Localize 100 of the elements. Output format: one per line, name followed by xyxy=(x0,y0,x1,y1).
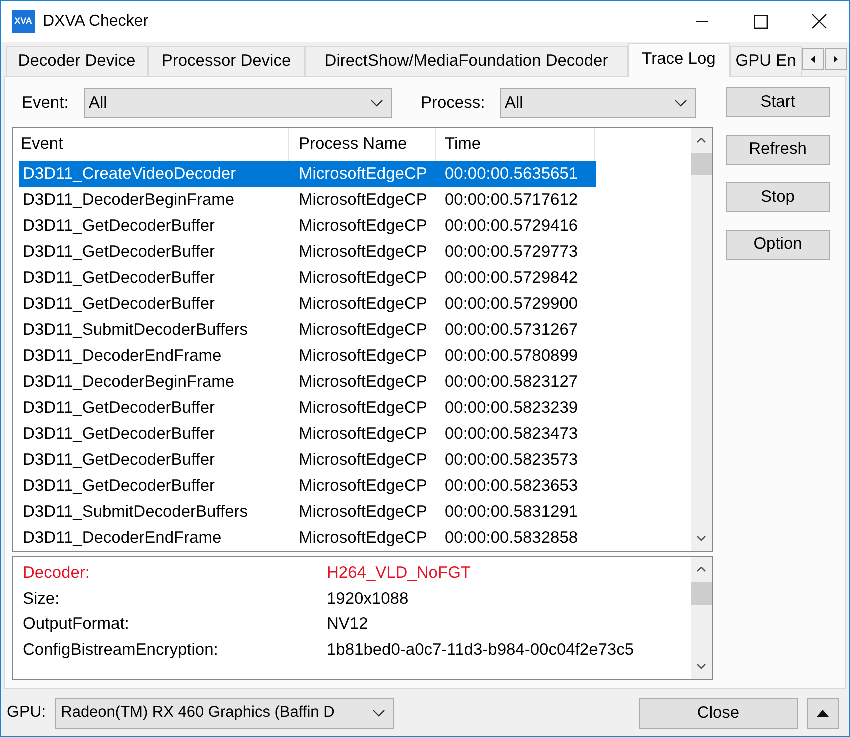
filter-label: Event: xyxy=(22,94,69,112)
tab[interactable]: Trace Log xyxy=(628,43,730,77)
table-cell-text: 00:00:00.5823653 xyxy=(444,476,580,497)
table-row[interactable]: D3D11_SubmitDecoderBuffers MicrosoftEdgeCP 00:00:00.5831291 xyxy=(19,499,596,525)
window-title: DXVA Checker xyxy=(43,12,149,32)
table-cell-text: D3D11_GetDecoderBuffer xyxy=(22,424,216,445)
table-row[interactable]: D3D11_CreateVideoDecoder MicrosoftEdgeCP 00:00:00.5635651 xyxy=(19,161,596,187)
table-row[interactable]: D3D11_GetDecoderBuffer MicrosoftEdgeCP 00:00:00.5729416 xyxy=(19,213,596,239)
close-dialog-button[interactable]: Close xyxy=(639,698,798,728)
detail-label: ConfigBistreamEncryption: xyxy=(23,640,218,661)
chevron-down-icon xyxy=(675,100,687,106)
tab-scroll-left-button[interactable] xyxy=(802,48,824,70)
table-cell-text: D3D11_GetDecoderBuffer xyxy=(22,268,216,289)
table-cell-text: MicrosoftEdgeCP xyxy=(298,164,428,185)
filter-dropdown[interactable]: All xyxy=(500,88,696,118)
table-cell-text: D3D11_DecoderEndFrame xyxy=(22,528,223,549)
table-row[interactable]: D3D11_DecoderBeginFrame MicrosoftEdgeCP 00:00:00.5717612 xyxy=(19,187,596,213)
table-cell-text: 00:00:00.5729416 xyxy=(444,216,580,237)
table-row[interactable]: D3D11_GetDecoderBuffer MicrosoftEdgeCP 00:00:00.5823653 xyxy=(19,473,596,499)
triangle-right-icon xyxy=(834,56,838,62)
table-cell-text: MicrosoftEdgeCP xyxy=(298,346,428,367)
table-cell-text: 00:00:00.5832858 xyxy=(444,528,580,549)
action-button[interactable]: Stop xyxy=(726,182,830,212)
action-button[interactable]: Refresh xyxy=(726,134,830,164)
table-cell-text: MicrosoftEdgeCP xyxy=(298,242,428,263)
table-cell-text: 00:00:00.5717612 xyxy=(444,190,580,211)
minimize-icon xyxy=(696,21,708,22)
scrollbar[interactable] xyxy=(691,557,712,679)
chevron-up-icon xyxy=(697,567,706,572)
tab[interactable]: DirectShow/MediaFoundation Decoder xyxy=(305,46,628,76)
chevron-down-icon xyxy=(697,536,706,541)
table-row[interactable]: D3D11_GetDecoderBuffer MicrosoftEdgeCP 00:00:00.5823573 xyxy=(19,447,596,473)
table-row[interactable]: D3D11_DecoderEndFrame MicrosoftEdgeCP 00:00:00.5780899 xyxy=(19,343,596,369)
table-row[interactable]: D3D11_DecoderEndFrame MicrosoftEdgeCP 00:00:00.5832858 xyxy=(19,525,596,551)
table-cell-text: D3D11_CreateVideoDecoder xyxy=(22,164,238,185)
detail-value: H264_VLD_NoFGT xyxy=(327,563,471,584)
table-cell-text: MicrosoftEdgeCP xyxy=(298,450,428,471)
table-cell-text: D3D11_GetDecoderBuffer xyxy=(22,450,216,471)
table-cell-text: 00:00:00.5831291 xyxy=(444,502,580,523)
table-cell-text: MicrosoftEdgeCP xyxy=(298,216,428,237)
table-row[interactable]: D3D11_GetDecoderBuffer MicrosoftEdgeCP 00:00:00.5729773 xyxy=(19,239,596,265)
chevron-down-icon xyxy=(371,100,383,106)
detail-label: Decoder: xyxy=(23,563,90,584)
table-row[interactable]: D3D11_GetDecoderBuffer MicrosoftEdgeCP 00:00:00.5823473 xyxy=(19,421,596,447)
detail-value: 1b81bed0-a0c7-11d3-b984-00c04f2e73c5 xyxy=(327,640,634,661)
scrollbar-thumb[interactable] xyxy=(691,582,712,605)
detail-label: Size: xyxy=(23,588,60,610)
close-icon xyxy=(812,14,827,29)
table-cell-text: D3D11_DecoderEndFrame xyxy=(22,346,223,367)
detail-label: OutputFormat: xyxy=(23,614,130,636)
table-cell-text: D3D11_SubmitDecoderBuffers xyxy=(22,502,250,523)
table-cell-text: 00:00:00.5729842 xyxy=(444,268,580,289)
table-cell-text: D3D11_GetDecoderBuffer xyxy=(22,398,216,419)
table-cell-text: D3D11_SubmitDecoderBuffers xyxy=(22,320,250,341)
collapse-button[interactable] xyxy=(807,698,839,728)
filter-label: Process: xyxy=(421,94,486,112)
table-cell-text: D3D11_GetDecoderBuffer xyxy=(22,242,216,263)
table-row[interactable]: D3D11_SubmitDecoderBuffers MicrosoftEdgeCP 00:00:00.5731267 xyxy=(19,317,596,343)
table-cell-text: MicrosoftEdgeCP xyxy=(298,268,428,289)
maximize-icon xyxy=(754,14,768,28)
table-cell-text: D3D11_GetDecoderBuffer xyxy=(22,294,216,315)
table-cell-text: 00:00:00.5729900 xyxy=(444,294,580,315)
table-cell-text: MicrosoftEdgeCP xyxy=(298,320,428,341)
action-button[interactable]: Option xyxy=(726,230,830,260)
filter-dropdown[interactable]: All xyxy=(84,88,392,118)
table-cell-text: MicrosoftEdgeCP xyxy=(298,502,428,523)
tab[interactable]: GPU En xyxy=(730,46,802,76)
table-cell-text: MicrosoftEdgeCP xyxy=(298,372,428,393)
table-cell-text: MicrosoftEdgeCP xyxy=(298,476,428,497)
tab-scroll-right-button[interactable] xyxy=(825,48,847,70)
table-row[interactable]: D3D11_GetDecoderBuffer MicrosoftEdgeCP 00:00:00.5823239 xyxy=(19,395,596,421)
table-row[interactable]: D3D11_DecoderBeginFrame MicrosoftEdgeCP 00:00:00.5823127 xyxy=(19,369,596,395)
table-cell-text: D3D11_GetDecoderBuffer xyxy=(22,216,216,237)
table-cell-text: MicrosoftEdgeCP xyxy=(298,294,428,315)
table-cell-text: 00:00:00.5823239 xyxy=(444,398,580,419)
table-row[interactable]: D3D11_GetDecoderBuffer MicrosoftEdgeCP 00:00:00.5729900 xyxy=(19,291,596,317)
detail-value: 1920x1088 xyxy=(327,588,409,610)
table-cell-text: D3D11_DecoderBeginFrame xyxy=(22,372,236,393)
table-cell-text: MicrosoftEdgeCP xyxy=(298,424,428,445)
table-cell-text: D3D11_DecoderBeginFrame xyxy=(22,190,236,211)
scrollbar-thumb[interactable] xyxy=(691,153,712,175)
action-button[interactable]: Start xyxy=(726,87,830,117)
table-cell-text: 00:00:00.5823127 xyxy=(444,372,580,393)
gpu-dropdown[interactable]: Radeon(TM) RX 460 Graphics (Baffin D xyxy=(55,698,394,728)
tab[interactable]: Processor Device xyxy=(148,46,305,76)
chevron-up-icon xyxy=(697,138,706,143)
gpu-label: GPU: xyxy=(7,703,46,723)
table-cell-text: 00:00:00.5731267 xyxy=(444,320,580,341)
table-cell-text: MicrosoftEdgeCP xyxy=(298,398,428,419)
chevron-down-icon xyxy=(697,664,706,669)
tab[interactable]: Decoder Device xyxy=(6,46,148,76)
table-row[interactable]: D3D11_GetDecoderBuffer MicrosoftEdgeCP 00:00:00.5729842 xyxy=(19,265,596,291)
triangle-up-icon xyxy=(817,710,829,716)
table-cell-text: 00:00:00.5823473 xyxy=(444,424,580,445)
scrollbar[interactable] xyxy=(691,128,712,551)
table-cell-text: 00:00:00.5635651 xyxy=(444,164,580,185)
table-cell-text: 00:00:00.5780899 xyxy=(444,346,580,367)
table-cell-text: MicrosoftEdgeCP xyxy=(298,528,428,549)
detail-value: NV12 xyxy=(327,614,368,636)
table-cell-text: D3D11_GetDecoderBuffer xyxy=(22,476,216,497)
